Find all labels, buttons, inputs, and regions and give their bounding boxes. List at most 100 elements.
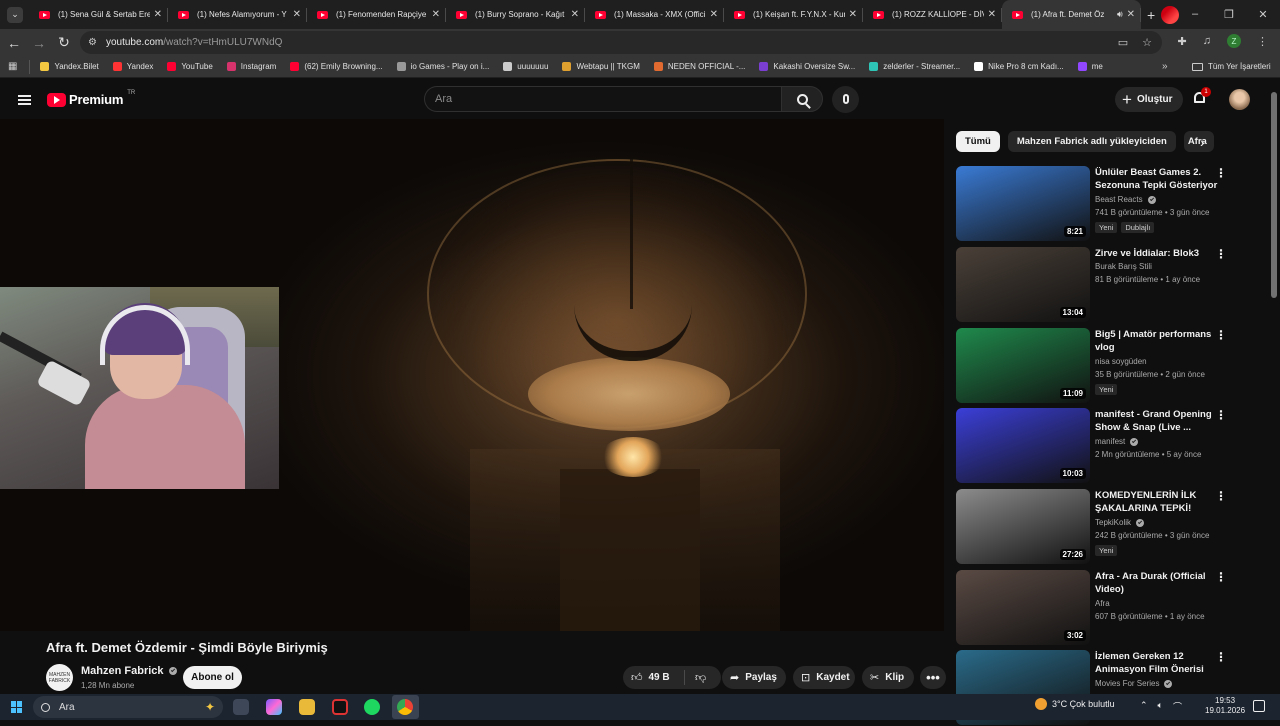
more-actions-button[interactable]: •••: [920, 666, 946, 689]
video-menu-icon[interactable]: ⋮: [1215, 409, 1227, 421]
browser-tab[interactable]: (1) Fenomenden Rapçiye ✕: [307, 0, 446, 29]
all-bookmarks-folder[interactable]: Tüm Yer İşaretleri: [1192, 62, 1271, 71]
recommended-channel[interactable]: Afra: [1095, 599, 1110, 608]
bookmark-item[interactable]: Nike Pro 8 cm Kadı...: [974, 62, 1064, 71]
video-thumbnail[interactable]: 11:09: [956, 328, 1090, 403]
notification-center-icon[interactable]: [1253, 700, 1265, 712]
like-button[interactable]: 👍︎ 49 B: [623, 670, 685, 685]
apps-grid-icon[interactable]: ▦: [8, 61, 17, 72]
chips-next-icon[interactable]: ›: [1200, 134, 1205, 150]
profile-avatar[interactable]: Z: [1227, 34, 1241, 48]
filter-chip[interactable]: Tümü: [956, 131, 1000, 152]
task-view-icon[interactable]: [233, 699, 249, 715]
bookmark-item[interactable]: Instagram: [226, 62, 276, 71]
youtube-premium-logo[interactable]: Premium TR: [47, 90, 135, 107]
recommended-channel[interactable]: Burak Barış Stili: [1095, 262, 1152, 271]
recommended-video[interactable]: 8:21 Ünlüler Beast Games 2. Sezonuna Tepk…: [956, 166, 1261, 242]
dislike-button[interactable]: 👎︎: [685, 671, 712, 684]
save-button[interactable]: ⊡ Kaydet: [793, 666, 855, 689]
bookmark-item[interactable]: NEDEN OFFICIAL -...: [653, 62, 745, 71]
browser-tab[interactable]: (1) Massaka - XMX (Offici ✕: [585, 0, 724, 29]
weather-widget[interactable]: 3°C Çok bulutlu: [1035, 698, 1115, 710]
recommended-channel[interactable]: TepkiKolik: [1095, 518, 1145, 527]
chrome-icon[interactable]: [397, 699, 413, 715]
taskbar-search[interactable]: Ara ✦: [33, 696, 223, 718]
bookmark-item[interactable]: Yandex.Bilet: [40, 62, 99, 71]
restore-icon[interactable]: ❐: [1212, 0, 1246, 28]
subscribe-button[interactable]: Abone ol: [183, 666, 242, 689]
video-menu-icon[interactable]: ⋮: [1215, 490, 1227, 502]
video-menu-icon[interactable]: ⋮: [1215, 651, 1227, 663]
close-tab-icon[interactable]: ✕: [432, 9, 440, 20]
video-menu-icon[interactable]: ⋮: [1215, 248, 1227, 260]
video-thumbnail[interactable]: 10:03: [956, 408, 1090, 483]
bookmarks-overflow-icon[interactable]: »: [1162, 61, 1168, 72]
share-button[interactable]: ➦ Paylaş: [722, 666, 786, 689]
recommended-video[interactable]: 11:09 Big5 | Amatör performans vlog nisa s…: [956, 328, 1261, 404]
bookmark-item[interactable]: me: [1077, 62, 1103, 71]
channel-name[interactable]: Mahzen Fabrick: [81, 665, 177, 677]
url-bar[interactable]: ⚙ youtube.com/watch?v=tHmULU7WNdQ ▭ ☆: [80, 31, 1162, 54]
video-menu-icon[interactable]: ⋮: [1215, 329, 1227, 341]
browser-tab[interactable]: (1) Keişan ft. F.Y.N.X - Kur ✕: [724, 0, 863, 29]
close-tab-icon[interactable]: ✕: [988, 9, 996, 20]
tab-audio-icon[interactable]: 🔊︎: [1117, 9, 1123, 20]
extension-logo-icon[interactable]: [1161, 5, 1180, 24]
browser-menu-icon[interactable]: ⋮: [1257, 35, 1268, 48]
channel-avatar[interactable]: MAHZEN FABRICK: [46, 664, 73, 691]
reload-icon[interactable]: ↻: [53, 34, 75, 51]
recommended-video[interactable]: 27:26 KOMEDYENLERİN İLK ŞAKALARINA TEPKİ!…: [956, 489, 1261, 565]
filter-chip[interactable]: Afra: [1183, 131, 1214, 152]
video-thumbnail[interactable]: 3:02: [956, 570, 1090, 645]
clip-button[interactable]: ✂ Klip: [862, 666, 914, 689]
close-tab-icon[interactable]: ✕: [849, 9, 857, 20]
search-box[interactable]: [424, 86, 781, 112]
forward-icon[interactable]: →: [28, 35, 50, 51]
minimize-icon[interactable]: –: [1178, 0, 1212, 28]
recommended-channel[interactable]: Beast Reacts: [1095, 195, 1156, 204]
close-tab-icon[interactable]: ✕: [154, 9, 162, 20]
recommended-video[interactable]: 13:04 Zirve ve İddialar: Blok3 Burak Barış…: [956, 247, 1261, 323]
bookmark-item[interactable]: Kakashi Oversize Sw...: [759, 62, 855, 71]
notifications-button[interactable]: 1: [1193, 87, 1211, 106]
recommended-video[interactable]: 10:03 manifest - Grand Opening Show & Sna…: [956, 408, 1261, 484]
browser-tab[interactable]: (1) Burry Soprano - Kağıt ✕: [446, 0, 585, 29]
bookmark-item[interactable]: Yandex: [112, 62, 153, 71]
video-menu-icon[interactable]: ⋮: [1215, 167, 1227, 179]
site-info-icon[interactable]: ⚙: [88, 37, 97, 48]
close-window-icon[interactable]: ✕: [1246, 0, 1280, 28]
tab-search-button[interactable]: ⌄: [7, 6, 23, 23]
guide-menu-icon[interactable]: [18, 95, 31, 105]
user-avatar[interactable]: [1229, 89, 1250, 110]
video-thumbnail[interactable]: 13:04: [956, 247, 1090, 322]
taskbar-clock[interactable]: 19:53 19.01.2026: [1205, 696, 1245, 716]
browser-tab[interactable]: (1) Sena Gül & Sertab Ere ✕: [29, 0, 168, 29]
bookmark-item[interactable]: YouTube: [167, 62, 213, 71]
close-tab-icon[interactable]: ✕: [571, 9, 579, 20]
network-icon[interactable]: ⌒: [1173, 700, 1182, 713]
filter-chip[interactable]: Mahzen Fabrick adlı yükleyiciden: [1007, 131, 1176, 152]
search-button[interactable]: [781, 86, 823, 112]
bookmark-item[interactable]: io Games - Play on i...: [396, 62, 489, 71]
close-tab-icon[interactable]: ✕: [293, 9, 301, 20]
windows-start-icon[interactable]: [11, 701, 23, 713]
browser-tab[interactable]: (1) Nefes Alamıyorum - Y ✕: [168, 0, 307, 29]
video-thumbnail[interactable]: 27:26: [956, 489, 1090, 564]
bookmark-item[interactable]: zelderler - Streamer...: [869, 62, 960, 71]
search-input[interactable]: [435, 93, 765, 105]
bookmark-star-icon[interactable]: ☆: [1142, 36, 1152, 49]
create-button[interactable]: + Oluştur: [1115, 87, 1183, 112]
bookmark-item[interactable]: uuuuuuu: [503, 62, 548, 71]
recommended-channel[interactable]: Movies For Series: [1095, 679, 1173, 688]
voice-search-button[interactable]: [832, 86, 859, 113]
app-icon[interactable]: [332, 699, 348, 715]
recommended-channel[interactable]: manifest: [1095, 437, 1139, 446]
recommended-video[interactable]: 3:02 Afra - Ara Durak (Official Video) Afr…: [956, 570, 1261, 646]
bookmark-item[interactable]: (62) Emily Browning...: [290, 62, 383, 71]
close-tab-icon[interactable]: ✕: [710, 9, 718, 20]
close-tab-icon[interactable]: ✕: [1127, 9, 1135, 20]
new-tab-button[interactable]: +: [1147, 7, 1155, 23]
back-icon[interactable]: ←: [3, 35, 25, 51]
cast-icon[interactable]: ▭: [1118, 36, 1128, 49]
file-explorer-icon[interactable]: [299, 699, 315, 715]
